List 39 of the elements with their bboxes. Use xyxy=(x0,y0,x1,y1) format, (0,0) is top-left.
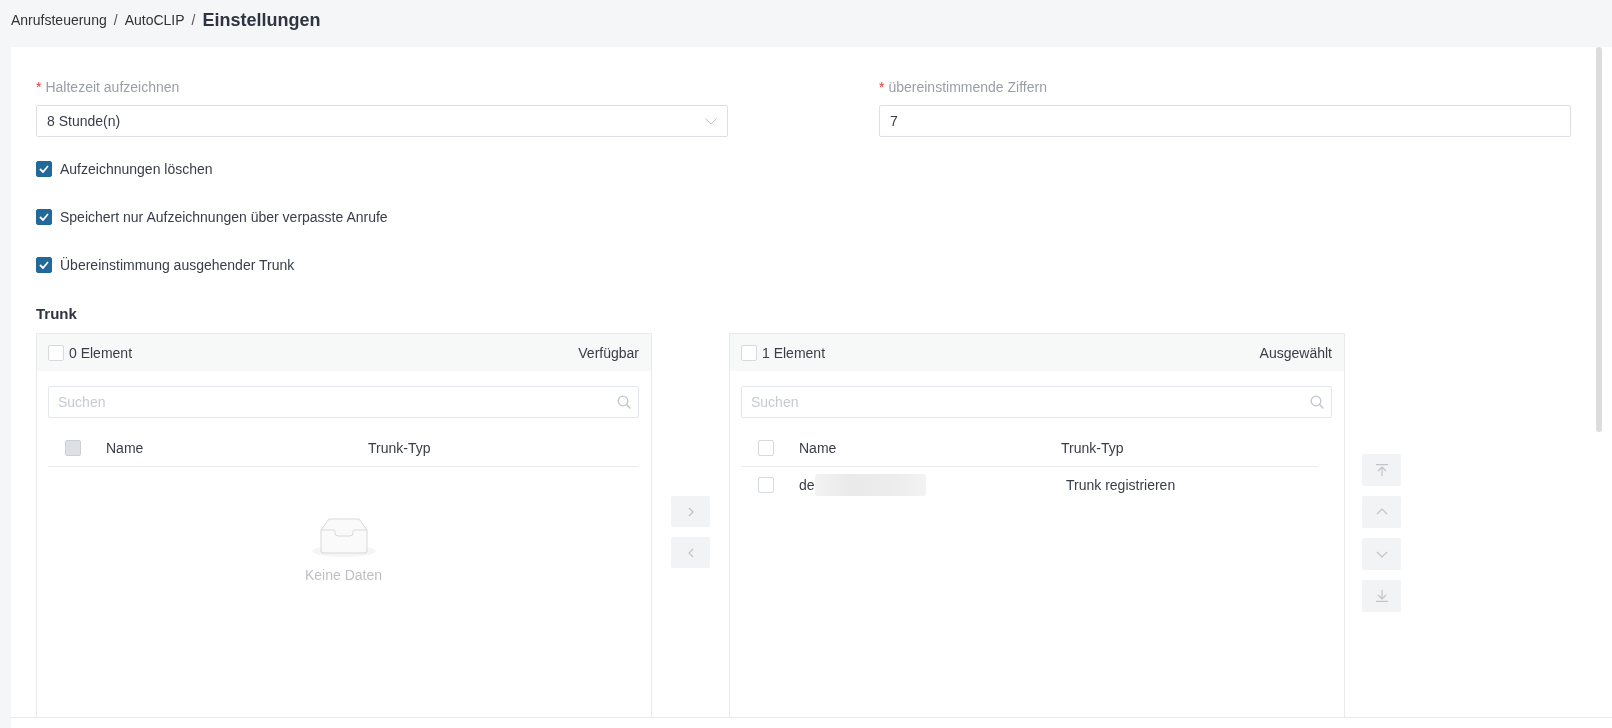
arrow-to-top-icon xyxy=(1375,464,1388,476)
search-icon xyxy=(1310,395,1324,409)
checkbox[interactable] xyxy=(36,209,52,225)
breadcrumb-separator: / xyxy=(191,10,196,29)
scrollbar-thumb[interactable] xyxy=(1596,47,1602,432)
search-icon xyxy=(617,395,631,409)
checkbox[interactable] xyxy=(36,161,52,177)
breadcrumb-link[interactable]: Anrufsteuerung xyxy=(11,10,107,29)
breadcrumb-link[interactable]: AutoCLIP xyxy=(124,10,185,29)
checkbox-label[interactable]: Speichert nur Aufzeichnungen über verpasste Anrufe xyxy=(60,209,388,225)
item-count: 1 Element xyxy=(762,344,826,361)
table-cell: de xyxy=(799,477,815,493)
item-count: 0 Element xyxy=(69,344,133,361)
empty-inbox-icon xyxy=(311,516,376,557)
checkmark-icon xyxy=(39,261,49,269)
column-header: Name xyxy=(106,440,145,456)
chevron-down-icon xyxy=(705,117,717,125)
required-mark: * xyxy=(879,79,885,95)
panel-title: Ausgewählt xyxy=(1259,344,1332,361)
required-mark: * xyxy=(36,79,42,95)
field-label: Haltezeit aufzeichnen xyxy=(45,79,180,95)
page-title: Einstellungen xyxy=(202,8,321,31)
breadcrumb-separator: / xyxy=(113,10,118,29)
checkmark-icon xyxy=(39,165,49,173)
column-header: Trunk-Typ xyxy=(1061,440,1125,456)
checkbox[interactable] xyxy=(36,257,52,273)
column-header: Name xyxy=(799,440,838,456)
select-field[interactable]: 8 Stunde(n) xyxy=(36,105,728,137)
section-title: Trunk xyxy=(36,306,77,322)
input-field[interactable]: 7 xyxy=(879,105,1571,137)
empty-text: Keine Daten xyxy=(304,567,383,583)
table-cell-text: Trunk registrieren xyxy=(1065,477,1177,493)
field-label: übereinstimmende Ziffern xyxy=(888,79,1047,95)
checkbox-label[interactable]: Übereinstimmung ausgehender Trunk xyxy=(60,257,295,273)
arrow-to-bottom-icon xyxy=(1375,590,1388,602)
checkbox-label[interactable]: Aufzeichnungen löschen xyxy=(60,161,213,177)
column-header: Trunk-Typ xyxy=(368,440,432,456)
checkmark-icon xyxy=(39,213,49,221)
panel-title: Verfügbar xyxy=(578,344,639,361)
